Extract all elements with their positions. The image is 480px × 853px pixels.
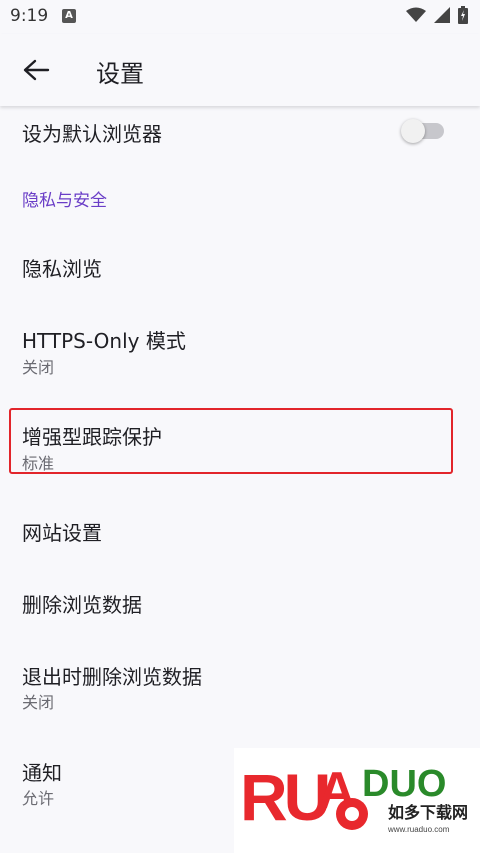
notification-app-icon: A — [62, 9, 76, 23]
section-header-privacy: 隐私与安全 — [22, 191, 107, 211]
logo-ring-hole — [345, 807, 359, 821]
setting-https-only[interactable]: HTTPS-Only 模式 关闭 — [0, 310, 480, 382]
setting-subtitle: 关闭 — [22, 358, 55, 377]
wifi-icon — [406, 7, 426, 22]
setting-private-browsing[interactable]: 隐私浏览 — [0, 236, 480, 296]
setting-title: 退出时删除浏览数据 — [22, 665, 202, 689]
logo-letters-right: DUO — [362, 763, 446, 805]
default-browser-toggle[interactable] — [401, 119, 444, 143]
setting-title: HTTPS-Only 模式 — [22, 329, 186, 353]
arrow-left-icon — [23, 59, 50, 81]
status-bar: 9:19 A — [0, 0, 480, 34]
setting-title: 删除浏览数据 — [22, 593, 142, 617]
logo-url: www.ruaduo.com — [387, 825, 450, 834]
logo-tagline: 如多下载网 — [388, 803, 468, 822]
status-icons — [406, 6, 468, 24]
signal-icon — [434, 7, 450, 23]
setting-site-settings[interactable]: 网站设置 — [0, 500, 480, 560]
app-bar: 设置 — [0, 34, 480, 106]
page-title: 设置 — [96, 60, 144, 88]
watermark-logo: RU A DUO 如多下载网 www.ruaduo.com — [234, 748, 480, 853]
setting-title: 隐私浏览 — [22, 257, 102, 281]
setting-delete-on-quit[interactable]: 退出时删除浏览数据 关闭 — [0, 646, 480, 718]
toggle-thumb — [401, 119, 425, 143]
ruanduo-logo: RU A DUO 如多下载网 www.ruaduo.com — [240, 760, 468, 834]
setting-title: 网站设置 — [22, 521, 102, 545]
setting-subtitle: 允许 — [22, 789, 55, 808]
setting-subtitle: 关闭 — [22, 693, 55, 712]
setting-subtitle: 标准 — [22, 454, 55, 473]
setting-title: 通知 — [22, 761, 62, 785]
setting-title: 增强型跟踪保护 — [22, 425, 162, 449]
status-time: 9:19 — [10, 6, 49, 26]
logo-letters-left: RU — [240, 760, 328, 834]
setting-delete-browsing-data[interactable]: 删除浏览数据 — [0, 572, 480, 632]
battery-icon — [458, 6, 468, 24]
setting-tracking-protection[interactable]: 增强型跟踪保护 标准 — [0, 408, 480, 474]
setting-default-browser[interactable]: 设为默认浏览器 — [0, 106, 480, 156]
setting-title: 设为默认浏览器 — [22, 122, 162, 146]
back-button[interactable] — [20, 56, 52, 84]
